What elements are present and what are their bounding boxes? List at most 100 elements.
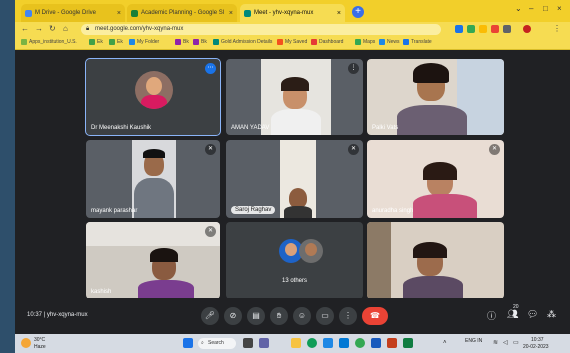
bookmark-icon bbox=[277, 39, 283, 45]
excel-icon[interactable] bbox=[403, 338, 413, 348]
powerpoint-icon[interactable] bbox=[387, 338, 397, 348]
word-icon[interactable] bbox=[371, 338, 381, 348]
bookmark-item[interactable]: Ek bbox=[89, 39, 103, 45]
forward-icon[interactable]: → bbox=[35, 24, 43, 33]
participant-tile[interactable]: ⋮ AMAN YADAV bbox=[226, 59, 363, 135]
present-icon[interactable]: ▭ bbox=[316, 307, 334, 325]
store-icon[interactable] bbox=[339, 338, 349, 348]
edge-icon[interactable] bbox=[323, 338, 333, 348]
bookmark-item[interactable]: Apps_institution_U.S. bbox=[21, 39, 77, 45]
new-tab-button[interactable]: + bbox=[352, 6, 364, 18]
bookmark-item[interactable]: My Saved bbox=[277, 39, 307, 45]
bookmark-icon bbox=[213, 39, 219, 45]
bookmark-icon bbox=[379, 39, 385, 45]
participant-tile[interactable]: ✕ Saroj Raghav bbox=[226, 140, 363, 218]
video-feed bbox=[261, 59, 331, 135]
teams-icon[interactable] bbox=[259, 338, 269, 348]
maximize-icon[interactable]: □ bbox=[543, 4, 548, 13]
participant-name: mayank parashar bbox=[91, 208, 138, 214]
taskbar-search[interactable]: ⌕ Search bbox=[198, 338, 236, 349]
meeting-info: 10:37 | yhv-xqyna-mux bbox=[27, 312, 88, 318]
chat-icon[interactable]: 💬︎ bbox=[527, 309, 538, 320]
browser-window: M Drive - Google Drive × Academic Planni… bbox=[15, 0, 570, 353]
bookmark-item[interactable]: Bk bbox=[193, 39, 207, 45]
back-icon[interactable]: ← bbox=[21, 24, 29, 33]
reactions-icon[interactable]: ☺ bbox=[293, 307, 311, 325]
participant-tile[interactable]: Palki Vats bbox=[367, 59, 504, 135]
profile-avatar[interactable] bbox=[523, 25, 531, 33]
menu-icon[interactable]: ⋮ bbox=[553, 24, 561, 33]
extension-icon[interactable] bbox=[491, 25, 499, 33]
more-options-icon[interactable]: ⋮ bbox=[339, 307, 357, 325]
people-icon[interactable]: 👥︎ bbox=[507, 309, 518, 320]
address-bar[interactable]: 🔒︎ meet.google.com/yhv-xqyna-mux bbox=[81, 24, 441, 35]
chevron-down-icon[interactable]: ⌄ bbox=[515, 4, 522, 13]
captions-icon[interactable]: ▤ bbox=[247, 307, 265, 325]
tab-drive[interactable]: M Drive - Google Drive × bbox=[21, 4, 125, 22]
close-icon[interactable]: × bbox=[117, 10, 121, 17]
bookmark-item[interactable]: Dashboard bbox=[311, 39, 343, 45]
bookmark-item[interactable]: My Folder bbox=[129, 39, 159, 45]
file-explorer-icon[interactable] bbox=[291, 338, 301, 348]
url-text: meet.google.com/yhv-xqyna-mux bbox=[95, 26, 184, 32]
bookmark-item[interactable]: Ek bbox=[109, 39, 123, 45]
bookmark-icon bbox=[403, 39, 409, 45]
bookmark-item[interactable]: Translate bbox=[403, 39, 432, 45]
slides-icon bbox=[131, 9, 138, 17]
microphone-icon[interactable]: 🎤︎ bbox=[201, 307, 219, 325]
puzzle-icon[interactable] bbox=[503, 25, 511, 33]
task-view-icon[interactable] bbox=[243, 338, 253, 348]
bookmark-item[interactable]: Gold Admission Details bbox=[213, 39, 272, 45]
meeting-controls: 10:37 | yhv-xqyna-mux 🎤︎ ⊘ ▤ ✋︎ ☺ ▭ ⋮ ☎︎… bbox=[15, 298, 570, 334]
participant-tile[interactable]: ✕ mayank parashar bbox=[86, 140, 220, 218]
participant-tile[interactable]: ✕ anuradha singh bbox=[367, 140, 504, 218]
video-feed bbox=[280, 140, 316, 218]
battery-icon[interactable]: ▭ bbox=[513, 339, 519, 346]
end-call-button[interactable]: ☎︎ bbox=[362, 307, 388, 325]
minimize-icon[interactable]: – bbox=[529, 4, 533, 13]
more-options-icon[interactable]: ⋮ bbox=[348, 63, 359, 74]
raise-hand-icon[interactable]: ✋︎ bbox=[270, 307, 288, 325]
home-icon[interactable]: ⌂ bbox=[63, 24, 68, 33]
bookmark-icon bbox=[175, 39, 181, 45]
avatar bbox=[135, 71, 173, 109]
meeting-time: 10:37 bbox=[27, 312, 43, 318]
bookmark-item[interactable]: News bbox=[379, 39, 400, 45]
tab-label: M Drive - Google Drive bbox=[35, 10, 97, 16]
participant-tile[interactable]: ⋯ Dr Meenakshi Kaushik bbox=[85, 58, 221, 136]
bookmark-item[interactable]: Bk bbox=[175, 39, 189, 45]
activities-icon[interactable]: ⁂ bbox=[547, 309, 556, 320]
clock-date[interactable]: 20-02-2023 bbox=[523, 344, 549, 350]
extension-icon[interactable] bbox=[455, 25, 463, 33]
participant-tile-others[interactable]: 13 others bbox=[226, 222, 363, 299]
chrome-profile-icon[interactable] bbox=[355, 338, 365, 348]
clock-time[interactable]: 10:37 bbox=[531, 337, 544, 343]
participant-name: Dr Meenakshi Kaushik bbox=[91, 125, 152, 131]
camera-off-icon[interactable]: ⊘ bbox=[224, 307, 242, 325]
tab-academic-planning[interactable]: Academic Planning - Google Sl × bbox=[127, 4, 237, 22]
tab-strip: M Drive - Google Drive × Academic Planni… bbox=[15, 0, 570, 22]
close-icon[interactable]: × bbox=[229, 10, 233, 17]
bookmark-icon bbox=[89, 39, 95, 45]
language-indicator[interactable]: ENG IN bbox=[465, 338, 482, 344]
bookmark-icon bbox=[193, 39, 199, 45]
extension-icon[interactable] bbox=[479, 25, 487, 33]
participant-tile[interactable] bbox=[367, 222, 504, 299]
chevron-up-icon[interactable]: ˄ bbox=[443, 340, 447, 346]
close-icon[interactable]: × bbox=[337, 10, 341, 17]
close-window-icon[interactable]: × bbox=[557, 4, 562, 13]
tab-meet[interactable]: Meet - yhv-xqyna-mux × bbox=[240, 4, 345, 22]
reload-icon[interactable]: ↻ bbox=[49, 24, 56, 33]
bookmark-item[interactable]: Maps bbox=[355, 39, 375, 45]
volume-icon[interactable]: ◁ bbox=[503, 339, 508, 346]
wifi-icon[interactable]: ≋ bbox=[493, 339, 498, 346]
chrome-icon[interactable] bbox=[307, 338, 317, 348]
info-icon[interactable]: ⓘ bbox=[487, 309, 496, 322]
participant-tile[interactable]: ✕ kashish bbox=[86, 222, 220, 299]
lock-icon: 🔒︎ bbox=[86, 26, 90, 32]
start-icon[interactable] bbox=[183, 338, 193, 348]
weather-icon[interactable] bbox=[21, 338, 31, 348]
taskbar: 30°C Haze ⌕ Search ˄ ENG IN ≋ ◁ ▭ 10:37 … bbox=[15, 334, 570, 353]
extension-icon[interactable] bbox=[467, 25, 475, 33]
bookshelf bbox=[367, 222, 391, 299]
